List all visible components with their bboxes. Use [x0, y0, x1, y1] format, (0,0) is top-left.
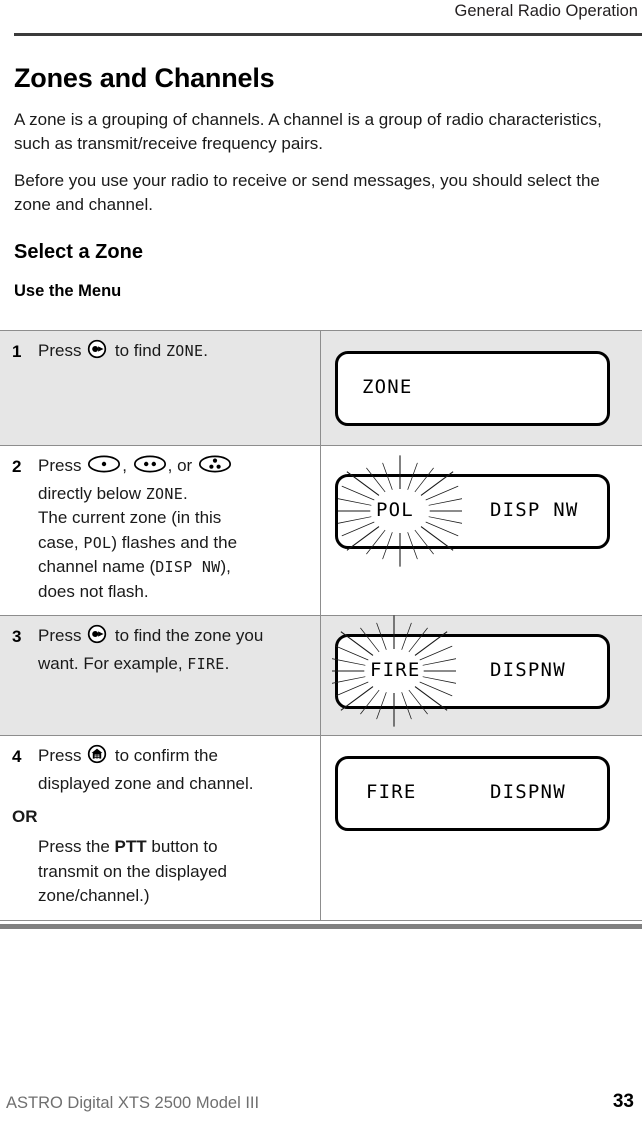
step-line: Press , , or — [38, 454, 308, 482]
home-key-icon — [87, 744, 109, 772]
header-divider — [14, 33, 642, 36]
page-number: 33 — [612, 1091, 634, 1112]
page-content: Zones and Channels A zone is a grouping … — [14, 45, 628, 301]
page-title: Zones and Channels — [14, 63, 275, 93]
step-line: Press to find ZONE. — [38, 339, 308, 367]
lcd-zone-text: FIRE — [366, 780, 417, 803]
lcd-zone-text: POL — [376, 498, 414, 521]
lcd-zone-text: ZONE — [362, 375, 413, 398]
step-instruction-cell: 1 Press to find ZONE. — [0, 331, 320, 445]
section-end-bar — [0, 924, 642, 929]
menu-select-key-icon — [87, 339, 109, 367]
step-number: 1 — [12, 342, 22, 361]
step-line: Press to confirm the — [38, 744, 308, 772]
step-line: channel name (DISP NW), — [38, 557, 231, 576]
radio-lcd-display: FIRE DISPNW — [335, 756, 610, 831]
page-header: General Radio Operation — [0, 0, 642, 36]
lcd-zone-text: FIRE — [370, 658, 421, 681]
step-number: 2 — [12, 457, 22, 476]
three-dot-key-icon — [198, 454, 232, 482]
page-footer: ASTRO Digital XTS 2500 Model III 33 — [0, 1085, 642, 1129]
step-instruction-text: Press to find ZONE. — [38, 339, 308, 367]
subsection-heading: Use the Menu — [14, 282, 122, 300]
intro-paragraph-1: A zone is a grouping of channels. A chan… — [14, 110, 602, 153]
alternative-label: OR — [12, 807, 38, 826]
display-term: ZONE — [165, 342, 204, 360]
radio-lcd-display: POL DISP NW — [335, 455, 610, 567]
radio-display-cell: FIRE DISPNW — [320, 736, 642, 920]
step-line: Press the PTT button to — [38, 837, 218, 856]
step-instruction-cell: 3 Press to find the zone you want. For exa… — [0, 616, 320, 735]
display-term: POL — [83, 533, 112, 552]
step-line: Press to find the zone you — [38, 624, 308, 652]
step-number: 4 — [12, 747, 22, 766]
footer-product-name: ASTRO Digital XTS 2500 Model III — [6, 1094, 260, 1112]
step-line: directly below ZONE. — [38, 483, 188, 503]
menu-select-key-icon — [87, 624, 109, 652]
step-line: does not flash. — [38, 581, 149, 601]
radio-display-cell: POL DISP NW — [320, 446, 642, 615]
step-instruction-cell: 2 Press , , or directly below ZONE. The cu… — [0, 446, 320, 615]
step-instruction-cell: 4 Press to confirm the displayed zone and … — [0, 736, 320, 920]
step-number: 3 — [12, 627, 22, 646]
lcd-channel-text: DISPNW — [490, 780, 566, 803]
lcd-channel-text: DISPNW — [490, 658, 566, 681]
step-line: case, POL) flashes and the — [38, 532, 238, 552]
step-instruction-text: Press , , or directly below ZONE. The cur… — [38, 454, 308, 604]
step-instruction-text: Press to find the zone you want. For exam… — [38, 624, 308, 676]
radio-lcd-display: FIRE DISPNW — [332, 615, 610, 727]
one-dot-key-icon — [87, 454, 121, 482]
step-line: displayed zone and channel. — [38, 773, 254, 793]
procedure-step-row: 2 Press , , or directly below ZONE. The cu… — [0, 446, 642, 616]
procedure-step-row: 3 Press to find the zone you want. For exa… — [0, 615, 642, 736]
radio-display-cell: ZONE — [320, 331, 642, 445]
display-term: FIRE — [187, 654, 225, 673]
emphasis-text: PTT — [114, 837, 147, 856]
lcd-channel-text: DISP NW — [490, 498, 579, 521]
manual-page: General Radio Operation Zones and Channe… — [0, 0, 642, 1129]
section-heading: Select a Zone — [14, 241, 143, 263]
step-instruction-text: Press to confirm the displayed zone and c… — [12, 744, 308, 909]
display-term: DISP NW — [155, 558, 221, 576]
procedure-table: 1 Press to find ZONE. ZONE 2 Press , , or di… — [0, 330, 642, 921]
procedure-step-row: 1 Press to find ZONE. ZONE — [0, 331, 642, 446]
radio-lcd-display: ZONE — [335, 351, 610, 426]
step-line: want. For example, FIRE. — [38, 653, 230, 673]
display-term: ZONE — [145, 484, 184, 503]
two-dot-key-icon — [133, 454, 167, 482]
radio-display-cell: FIRE DISPNW — [320, 615, 642, 735]
step-line: zone/channel.) — [38, 886, 150, 905]
step-line: The current zone (in this — [38, 508, 222, 527]
running-head-title: General Radio Operation — [454, 2, 638, 20]
step-line: transmit on the displayed — [38, 861, 227, 881]
procedure-step-row: 4 Press to confirm the displayed zone and … — [0, 736, 642, 921]
intro-paragraph-2: Before you use your radio to receive or … — [14, 171, 600, 214]
